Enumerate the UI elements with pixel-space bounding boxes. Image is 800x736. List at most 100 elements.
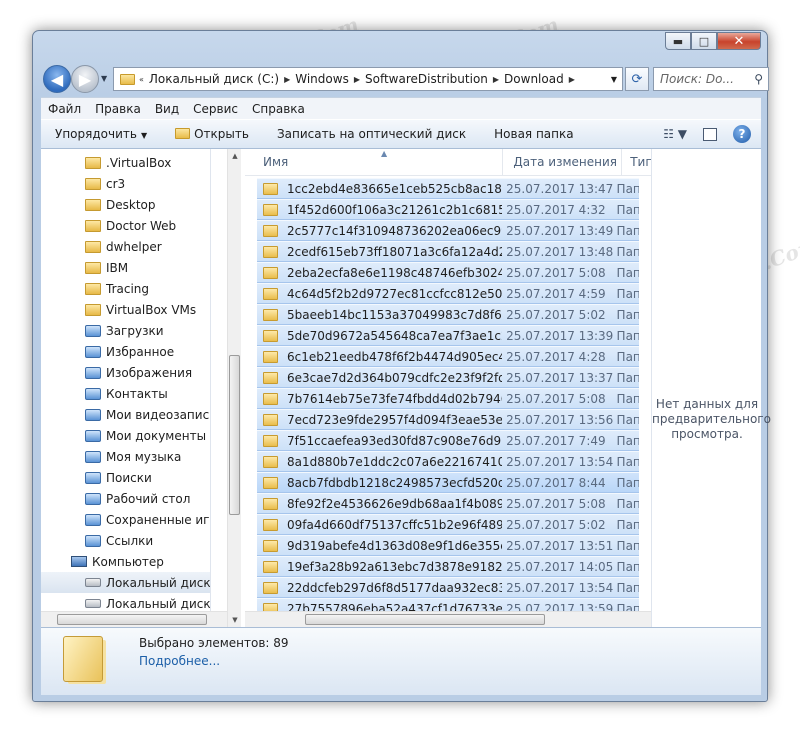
file-row[interactable]: 5de70d9672a545648ca7ea7f3ae1c2b5 25.07.20… [257,325,639,346]
breadcrumb-item[interactable]: Download [504,72,564,86]
nav-item[interactable]: Поиски [41,467,210,488]
file-row[interactable]: 1f452d600f106a3c21261c2b1c6815e0 25.07.20… [257,199,639,220]
more-details-link[interactable]: Подробнее... [139,654,220,668]
chevron-right-icon[interactable]: ▶ [493,75,499,84]
menu-tools[interactable]: Сервис [186,102,245,116]
scrollbar-thumb[interactable] [57,614,207,625]
search-input[interactable]: Поиск: Do... ⚲ [653,67,769,91]
nav-item-label: Изображения [106,365,193,380]
file-row[interactable]: 09fa4d660df75137cffc51b2e96f4898 25.07.20… [257,514,639,535]
folder-icon [85,345,101,358]
nav-item[interactable]: cr3 [41,173,210,194]
folder-icon [85,408,101,421]
file-row[interactable]: 5baeeb14bc1153a37049983c7d8f651d 25.07.20… [257,304,639,325]
scroll-down-icon[interactable]: ▼ [228,613,242,627]
history-dropdown-icon[interactable]: ▼ [101,74,107,83]
nav-horizontal-scrollbar[interactable] [41,611,227,627]
nav-item[interactable]: Избранное [41,341,210,362]
scrollbar-thumb[interactable] [305,614,545,625]
nav-item[interactable]: Ссылки [41,530,210,551]
file-date: 25.07.2017 5:08 [506,391,606,406]
file-row[interactable]: 7ecd723e9fde2957f4d094f3eae53eb8 25.07.20… [257,409,639,430]
view-options-icon[interactable]: ☷ ▼ [663,127,687,141]
nav-item[interactable]: IBM [41,257,210,278]
scroll-up-icon[interactable]: ▲ [228,149,242,163]
nav-vertical-scrollbar[interactable]: ▲ ▼ [227,149,241,627]
file-row[interactable]: 2c5777c14f310948736202ea06ec9964 25.07.20… [257,220,639,241]
refresh-button[interactable]: ⟳ [625,67,649,91]
forward-arrow-icon: ▶ [78,69,92,89]
back-button[interactable]: ◀ [43,65,71,93]
burn-button[interactable]: Записать на оптический диск [263,127,480,141]
file-row[interactable]: 6e3cae7d2d364b079cdfc2e23f9f2fd8 25.07.20… [257,367,639,388]
minimize-button[interactable]: ▬ [665,32,691,50]
nav-item-label: Desktop [106,197,156,212]
new-folder-button[interactable]: Новая папка [480,127,587,141]
chevron-right-icon[interactable]: ▶ [569,75,575,84]
nav-item[interactable]: Рабочий стол [41,488,210,509]
column-name[interactable]: Имя [245,155,502,169]
organize-button[interactable]: Упорядочить ▼ [41,127,161,141]
computer-icon [71,556,87,567]
breadcrumb-overflow-icon[interactable]: « [139,75,144,84]
nav-item[interactable]: Сохраненные игр [41,509,210,530]
search-icon[interactable]: ⚲ [754,72,763,86]
file-row[interactable]: 4c64d5f2b2d9727ec81ccfcc812e5053 25.07.20… [257,283,639,304]
file-type: Пап [616,265,639,280]
file-row[interactable]: 8a1d880b7e1ddc2c07a6e2216741050a25.07.20… [257,451,639,472]
file-row[interactable]: 9d319abefe4d1363d08e9f1d6e355e42 25.07.20… [257,535,639,556]
nav-item[interactable]: Контакты [41,383,210,404]
nav-item-label: Избранное [106,344,175,359]
file-row[interactable]: 22ddcfeb297d6f8d5177daa932ec83fd 25.07.20… [257,577,639,598]
nav-item[interactable]: Desktop [41,194,210,215]
nav-item[interactable]: Изображения [41,362,210,383]
menu-edit[interactable]: Правка [88,102,148,116]
file-row[interactable]: 8acb7fdbdb1218c2498573ecfd520d7d 25.07.20… [257,472,639,493]
menu-view[interactable]: Вид [148,102,186,116]
nav-item[interactable]: Локальный диск [41,572,210,593]
maximize-button[interactable]: □ [691,32,717,50]
selection-count: Выбрано элементов: 89 [139,636,289,650]
file-row[interactable]: 19ef3a28b92a613ebc7d3878e9182711 25.07.20… [257,556,639,577]
column-date[interactable]: Дата изменения [502,149,621,176]
chevron-right-icon[interactable]: ▶ [284,75,290,84]
folder-icon [263,308,278,321]
breadcrumb-item[interactable]: SoftwareDistribution [365,72,488,86]
file-type: Пап [616,244,639,259]
help-icon[interactable]: ? [733,125,751,143]
file-row[interactable]: 6c1eb21eedb478f6f2b4474d905ec498 25.07.20… [257,346,639,367]
close-button[interactable]: ✕ [717,32,761,50]
file-row[interactable]: 2eba2ecfa8e6e1198c48746efb302477 25.07.20… [257,262,639,283]
nav-item[interactable]: Tracing [41,278,210,299]
file-row[interactable]: 7b7614eb75e73fe74fbdd4d02b794638 25.07.20… [257,388,639,409]
nav-item[interactable]: Мои видеозапис [41,404,210,425]
nav-item-label: Мои документы [106,428,207,443]
files-horizontal-scrollbar[interactable] [245,611,667,627]
file-row[interactable]: 7f51ccaefea93ed30fd87c908e76d9b0 25.07.20… [257,430,639,451]
menu-file[interactable]: Файл [41,102,88,116]
nav-item[interactable]: Загрузки [41,320,210,341]
file-row[interactable]: 8fe92f2e4536626e9db68aa1f4b08949 25.07.20… [257,493,639,514]
menu-help[interactable]: Справка [245,102,312,116]
file-row[interactable]: 1cc2ebd4e83665e1ceb525cb8ac182b7 25.07.20… [257,178,639,199]
nav-item[interactable]: .VirtualBox [41,152,210,173]
chevron-right-icon[interactable]: ▶ [354,75,360,84]
nav-item[interactable]: Doctor Web [41,215,210,236]
forward-button[interactable]: ▶ [71,65,99,93]
nav-item[interactable]: Моя музыка [41,446,210,467]
column-type[interactable]: Тип [621,149,651,176]
breadcrumb-item[interactable]: Windows [295,72,349,86]
nav-item[interactable]: dwhelper [41,236,210,257]
nav-item[interactable]: Мои документы [41,425,210,446]
breadcrumb-item[interactable]: Локальный диск (C:) [149,72,279,86]
chevron-down-icon[interactable]: ▼ [606,75,622,84]
scrollbar-thumb[interactable] [229,355,240,515]
preview-pane-icon[interactable] [703,127,717,141]
open-button[interactable]: Открыть [161,127,263,141]
folder-icon [85,219,101,232]
nav-item[interactable]: VirtualBox VMs [41,299,210,320]
nav-item[interactable]: Компьютер [41,551,210,572]
refresh-icon: ⟳ [631,71,643,87]
file-row[interactable]: 2cedf615eb73ff18071a3c6fa12a4d22 25.07.20… [257,241,639,262]
address-bar[interactable]: « Локальный диск (C:) ▶ Windows ▶ Softwa… [113,67,623,91]
